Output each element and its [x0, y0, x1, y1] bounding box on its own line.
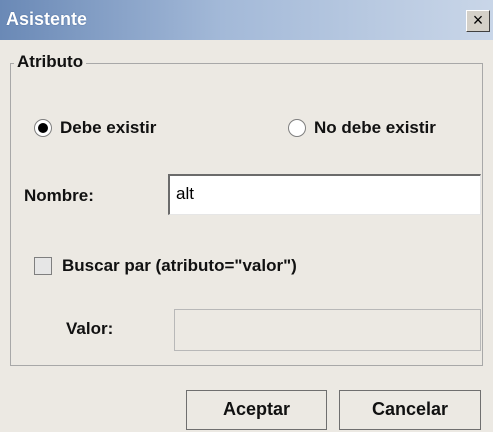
close-icon: ×: [472, 10, 484, 30]
radio-must-not-exist[interactable]: No debe existir: [288, 118, 436, 138]
close-button[interactable]: ×: [466, 10, 490, 32]
accept-button[interactable]: Aceptar: [186, 390, 327, 430]
radio-must-exist-label: Debe existir: [60, 118, 157, 137]
radio-unselected-icon: [288, 119, 306, 137]
radio-must-exist[interactable]: Debe existir: [34, 118, 156, 138]
search-pair-label: Buscar par (atributo="valor"): [62, 256, 297, 275]
nombre-label: Nombre:: [24, 186, 94, 205]
attribute-group-label: Atributo: [14, 52, 87, 72]
nombre-input[interactable]: alt: [168, 174, 481, 215]
radio-must-not-exist-label: No debe existir: [314, 118, 436, 137]
assistant-dialog: Asistente × Atributo Debe existir No deb…: [0, 0, 493, 432]
valor-label: Valor:: [66, 319, 114, 338]
valor-input[interactable]: [174, 309, 481, 351]
checkbox-unchecked-icon: [34, 257, 52, 275]
window-title: Asistente: [6, 9, 88, 29]
search-pair-checkbox[interactable]: Buscar par (atributo="valor"): [34, 256, 297, 276]
cancel-button[interactable]: Cancelar: [339, 390, 481, 430]
radio-selected-icon: [34, 119, 52, 137]
title-bar[interactable]: Asistente ×: [0, 0, 493, 40]
radio-dot-icon: [38, 123, 48, 133]
